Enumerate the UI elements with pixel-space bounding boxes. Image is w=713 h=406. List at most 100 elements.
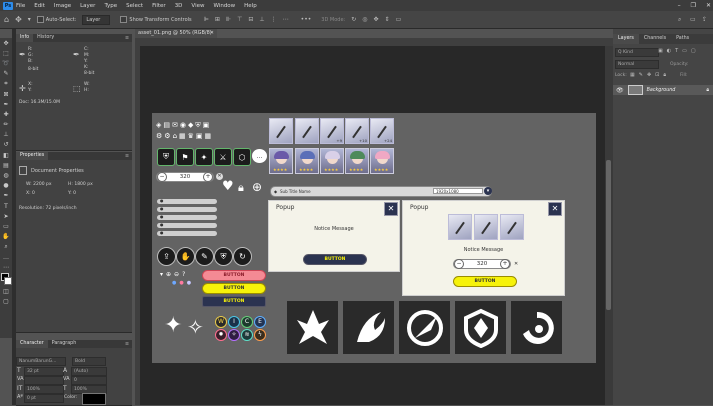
compass-icon[interactable]: ✦ (195, 148, 213, 166)
3d-roll-icon[interactable]: ◎ (362, 16, 367, 23)
tab-character[interactable]: Character (16, 340, 48, 348)
question-icon[interactable]: ? (182, 271, 185, 278)
align-center-icon[interactable]: ⊞ (215, 16, 220, 23)
skill-icon-w[interactable]: W (215, 316, 227, 328)
lock-move-icon[interactable]: ✥ (647, 72, 651, 78)
armor-icon[interactable]: ⛨ (157, 148, 175, 166)
tab-channels[interactable]: Channels (639, 34, 671, 44)
scrollbar-thumb[interactable] (606, 160, 611, 310)
chevron-down-icon[interactable]: ▾ (28, 16, 31, 23)
minimize-button[interactable]: – (678, 2, 681, 9)
dodge-tool-icon[interactable]: ● (0, 181, 12, 191)
menu-window[interactable]: Window (213, 3, 235, 9)
reward-card[interactable] (474, 214, 498, 240)
list-bar[interactable]: ● (157, 198, 217, 204)
tab-paragraph[interactable]: Paragraph (48, 340, 81, 348)
edit-toolbar-icon[interactable]: ⋯ (0, 262, 12, 272)
canvas-y[interactable]: Y: 0 (68, 191, 76, 196)
reward-card[interactable] (500, 214, 524, 240)
artboard[interactable]: ◈ ▤ ✉ ◉ ◆ ⛨ ▣ ⚙ ⚙ ⌂ ▦ ♛ ▣ ▦ ⛨ ⚑ ✦ ⚔ ⬡ … − 320 + ✕ ♥ … (152, 113, 596, 363)
plus-circle-icon[interactable]: ⊕ (166, 271, 171, 278)
weapon-card[interactable] (269, 118, 293, 144)
reward-card[interactable] (448, 214, 472, 240)
font-family-select[interactable]: NanumBarunG... (16, 357, 66, 366)
weapon-card[interactable]: +24 (370, 118, 394, 144)
quick-mask-icon[interactable]: ◫ (0, 286, 12, 296)
menu-layer[interactable]: Layer (80, 3, 95, 9)
popup-button[interactable]: BUTTON (453, 276, 517, 287)
feather-icon[interactable]: ✎ (195, 247, 214, 266)
more-options-icon[interactable]: ••• (301, 16, 312, 23)
lock-artboard-icon[interactable]: ⊡ (655, 72, 659, 78)
character-card[interactable]: ★★★★ (370, 148, 394, 174)
subtitle-bar[interactable]: ◆ Sub Title Name 1920x1080 ▾ (270, 186, 492, 197)
minus-button[interactable]: − (157, 172, 167, 182)
auto-select-dropdown[interactable]: Layer (82, 14, 111, 25)
panel-menu-icon[interactable]: ≡ (125, 154, 129, 159)
yellow-button[interactable]: BUTTON (202, 283, 266, 294)
tab-properties[interactable]: Properties (16, 152, 49, 160)
character-card[interactable]: ★★★★ (295, 148, 319, 174)
eraser-tool-icon[interactable]: ◧ (0, 150, 12, 160)
3d-rotate-icon[interactable]: ↻ (351, 16, 356, 23)
quantity-stepper[interactable]: − 320 + (453, 259, 511, 269)
canvas-width[interactable]: W: 2200 px (26, 182, 52, 187)
weapon-card[interactable]: +10 (345, 118, 369, 144)
skill-icon-e[interactable]: E (254, 316, 266, 328)
weapon-card[interactable]: +9 (320, 118, 344, 144)
healing-tool-icon[interactable]: ✚ (0, 109, 12, 119)
skill-icon-arcane[interactable]: ✧ (228, 329, 240, 341)
layer-kind-filter[interactable]: Q Kind (615, 48, 659, 57)
navy-button[interactable]: BUTTON (202, 296, 266, 307)
frame-tool-icon[interactable]: ⊠ (0, 89, 12, 99)
align-right-icon[interactable]: ⊪ (226, 16, 231, 23)
chevron-down-icon[interactable]: ▾ (160, 271, 163, 278)
lock-pixels-icon[interactable]: ▦ (630, 72, 635, 78)
leading-input[interactable]: (Auto) (71, 367, 107, 376)
kerning-input[interactable] (24, 376, 64, 385)
upgrade-icon[interactable]: ⇪ (157, 247, 176, 266)
move-tool-icon[interactable]: ✥ (0, 38, 12, 48)
pen-tool-icon[interactable]: ✒ (0, 191, 12, 201)
screen-mode-icon[interactable]: ▢ (0, 297, 12, 307)
minus-button[interactable]: − (454, 259, 464, 269)
share-icon[interactable]: ⇪ (702, 16, 707, 23)
zoom-tool-icon[interactable]: ⌕ (0, 242, 12, 252)
zoom-in-icon[interactable]: ⊕ (252, 180, 262, 194)
bookmark-icon[interactable]: ⚑ (176, 148, 194, 166)
list-bar[interactable]: ● (157, 230, 217, 236)
distribute-icon[interactable]: ⋮ (271, 16, 277, 23)
skill-icon-c[interactable]: C (241, 316, 253, 328)
cube-icon[interactable]: ⬡ (233, 148, 251, 166)
tab-info[interactable]: Info (16, 34, 34, 42)
tracking-input[interactable]: 0 (71, 376, 107, 385)
baseline-shift-input[interactable]: 0 pt (24, 394, 64, 403)
color-swatches[interactable] (0, 272, 12, 286)
chevron-down-icon[interactable]: ▾ (484, 187, 492, 195)
hand-icon[interactable]: ✋ (176, 247, 195, 266)
skill-icon-fire[interactable]: ✹ (215, 329, 227, 341)
quantity-stepper[interactable]: − 320 + (156, 172, 214, 182)
marquee-tool-icon[interactable]: ⬚ (0, 48, 12, 58)
menu-help[interactable]: Help (244, 3, 257, 9)
pink-button[interactable]: BUTTON (202, 270, 266, 281)
menu-type[interactable]: Type (104, 3, 117, 9)
shape-tool-icon[interactable]: ▭ (0, 221, 12, 231)
crop-tool-icon[interactable]: ⌗ (0, 79, 12, 89)
lock-icon[interactable]: 🔒︎ (238, 181, 244, 195)
shield-icon[interactable]: ⛨ (214, 247, 233, 266)
chat-bubble-icon[interactable]: … (252, 149, 267, 163)
list-bar[interactable]: ● (157, 214, 217, 220)
3d-scale-icon[interactable]: ▭ (396, 16, 402, 23)
character-card[interactable]: ★★★★ (269, 148, 293, 174)
align-middle-icon[interactable]: ⊟ (248, 16, 253, 23)
close-window-button[interactable]: ✕ (706, 2, 711, 9)
plus-button[interactable]: + (500, 259, 510, 269)
plus-button[interactable]: + (203, 172, 213, 182)
3d-drag-icon[interactable]: ✥ (374, 16, 379, 23)
tab-paths[interactable]: Paths (671, 34, 694, 44)
document-tab[interactable]: asset_01.png @ 50% (RGB/8) ✕ (135, 29, 217, 38)
restore-button[interactable]: ❐ (691, 2, 696, 9)
pixel-filter-icon[interactable]: ▣ (658, 48, 663, 54)
menu-filter[interactable]: Filter (152, 3, 166, 9)
